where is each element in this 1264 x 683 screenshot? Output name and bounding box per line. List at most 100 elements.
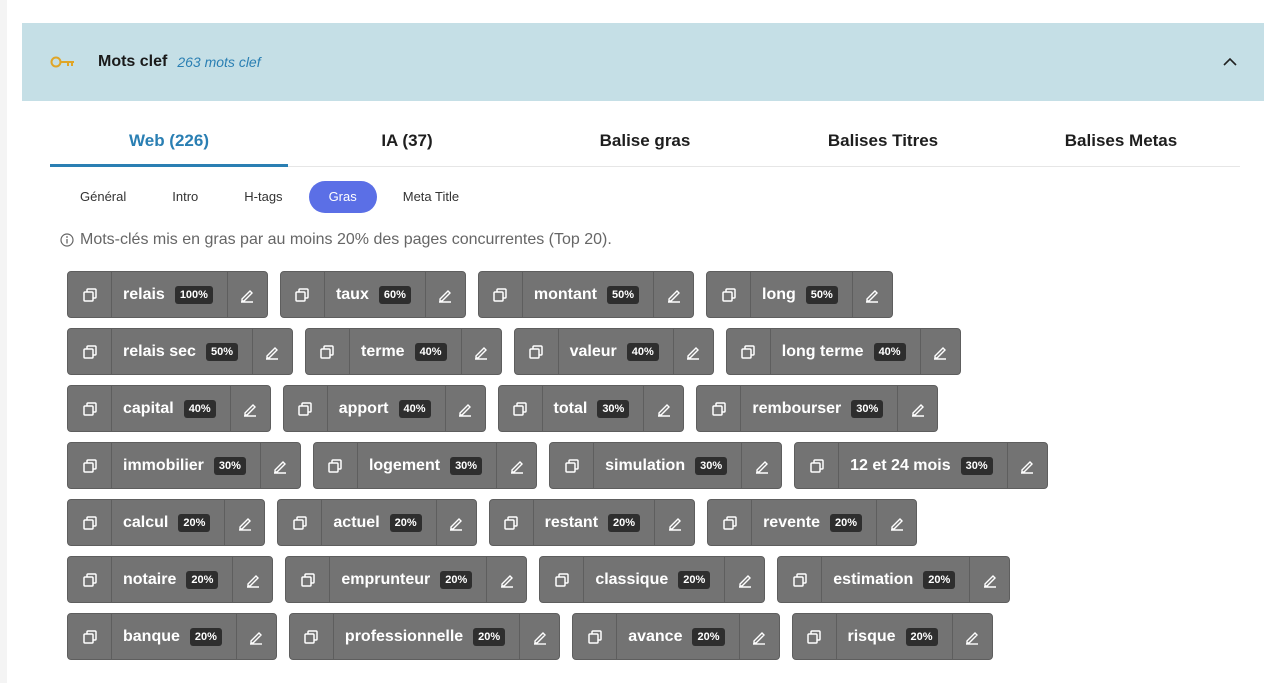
keyword-body: emprunteur 20% <box>330 557 486 602</box>
copy-icon[interactable] <box>697 386 742 431</box>
keyword-text: actuel <box>333 513 380 531</box>
keyword-percent-badge: 20% <box>692 627 725 646</box>
copy-icon[interactable] <box>778 557 823 602</box>
copy-icon[interactable] <box>479 272 523 317</box>
keyword-body: logement 30% <box>358 443 496 488</box>
copy-icon[interactable] <box>573 614 618 659</box>
keyword-body: actuel 20% <box>322 500 435 545</box>
edit-icon[interactable] <box>259 443 300 488</box>
keyword-body: restant 20% <box>534 500 654 545</box>
tab-0[interactable]: Web (226) <box>50 117 288 167</box>
keyword-text: risque <box>847 627 896 645</box>
keyword-text: apport <box>338 399 389 417</box>
edit-icon[interactable] <box>229 386 270 431</box>
subtab-4[interactable]: Meta Title <box>383 181 479 213</box>
edit-icon[interactable] <box>672 329 713 374</box>
keyword-text: emprunteur <box>341 570 431 588</box>
copy-icon[interactable] <box>68 500 112 545</box>
keyword-text: montant <box>533 285 597 303</box>
copy-icon[interactable] <box>499 386 543 431</box>
edit-icon[interactable] <box>738 614 779 659</box>
keyword-chip: professionnelle 20% <box>288 613 561 660</box>
copy-icon[interactable] <box>286 557 331 602</box>
edit-icon[interactable] <box>851 272 892 317</box>
keyword-text: estimation <box>833 570 914 588</box>
edit-icon[interactable] <box>251 329 292 374</box>
edit-icon[interactable] <box>435 500 476 545</box>
edit-icon[interactable] <box>226 272 267 317</box>
keyword-chip: total 30% <box>497 385 685 432</box>
copy-icon[interactable] <box>68 329 112 374</box>
keyword-body: long 50% <box>751 272 852 317</box>
edit-icon[interactable] <box>654 500 694 545</box>
edit-icon[interactable] <box>224 500 264 545</box>
keyword-text: long terme <box>781 342 864 360</box>
edit-icon[interactable] <box>653 272 693 317</box>
copy-icon[interactable] <box>550 443 595 488</box>
edit-icon[interactable] <box>519 614 559 659</box>
edit-icon[interactable] <box>724 557 764 602</box>
edit-icon[interactable] <box>919 329 960 374</box>
keyword-percent-badge: 30% <box>695 456 728 475</box>
edit-icon[interactable] <box>1006 443 1047 488</box>
edit-icon[interactable] <box>897 386 937 431</box>
copy-icon[interactable] <box>708 500 753 545</box>
keyword-body: valeur 40% <box>559 329 673 374</box>
copy-icon[interactable] <box>68 386 112 431</box>
copy-icon[interactable] <box>314 443 358 488</box>
tab-1[interactable]: IA (37) <box>288 117 526 166</box>
copy-icon[interactable] <box>68 614 112 659</box>
edit-icon[interactable] <box>424 272 465 317</box>
keyword-text: immobilier <box>123 456 204 474</box>
copy-icon[interactable] <box>284 386 328 431</box>
panel-header[interactable]: Mots clef 263 mots clef <box>22 23 1264 101</box>
subtab-3[interactable]: Gras <box>308 181 377 213</box>
copy-icon[interactable] <box>540 557 585 602</box>
copy-icon[interactable] <box>727 329 771 374</box>
keyword-chip: logement 30% <box>312 442 538 489</box>
keyword-text: long <box>762 285 796 303</box>
copy-icon[interactable] <box>490 500 534 545</box>
subtab-0[interactable]: Général <box>72 181 146 213</box>
tab-3[interactable]: Balises Titres <box>764 117 1002 166</box>
keyword-row: calcul 20% actuel 20% restant 20% revente 20% <box>67 499 1237 546</box>
tab-4[interactable]: Balises Metas <box>1002 117 1240 166</box>
chevron-up-icon[interactable] <box>1222 54 1238 70</box>
copy-icon[interactable] <box>515 329 559 374</box>
tab-2[interactable]: Balise gras <box>526 117 764 166</box>
edit-icon[interactable] <box>876 500 916 545</box>
edit-icon[interactable] <box>460 329 501 374</box>
copy-icon[interactable] <box>278 500 323 545</box>
copy-icon[interactable] <box>68 272 112 317</box>
copy-icon[interactable] <box>793 614 837 659</box>
copy-icon[interactable] <box>306 329 350 374</box>
keyword-chip: terme 40% <box>304 328 502 375</box>
keyword-chip: apport 40% <box>282 385 486 432</box>
keyword-body: simulation 30% <box>594 443 741 488</box>
edit-icon[interactable] <box>486 557 526 602</box>
copy-icon[interactable] <box>68 557 112 602</box>
subtab-2[interactable]: H-tags <box>224 181 302 213</box>
keyword-body: relais 100% <box>112 272 227 317</box>
edit-icon[interactable] <box>969 557 1009 602</box>
edit-icon[interactable] <box>232 557 272 602</box>
keyword-count: 263 mots clef <box>177 54 261 70</box>
edit-icon[interactable] <box>444 386 485 431</box>
keyword-percent-badge: 100% <box>174 285 213 304</box>
edit-icon[interactable] <box>496 443 536 488</box>
keyword-percent-badge: 50% <box>607 285 640 304</box>
edit-icon[interactable] <box>951 614 992 659</box>
copy-icon[interactable] <box>795 443 840 488</box>
copy-icon[interactable] <box>68 443 112 488</box>
edit-icon[interactable] <box>235 614 276 659</box>
keyword-percent-badge: 40% <box>873 342 906 361</box>
copy-icon[interactable] <box>290 614 334 659</box>
keyword-chip: calcul 20% <box>67 499 266 546</box>
copy-icon[interactable] <box>281 272 325 317</box>
subtab-1[interactable]: Intro <box>152 181 218 213</box>
edit-icon[interactable] <box>643 386 683 431</box>
edit-icon[interactable] <box>741 443 781 488</box>
keyword-percent-badge: 20% <box>186 570 219 589</box>
page-edge <box>0 0 7 683</box>
copy-icon[interactable] <box>707 272 752 317</box>
